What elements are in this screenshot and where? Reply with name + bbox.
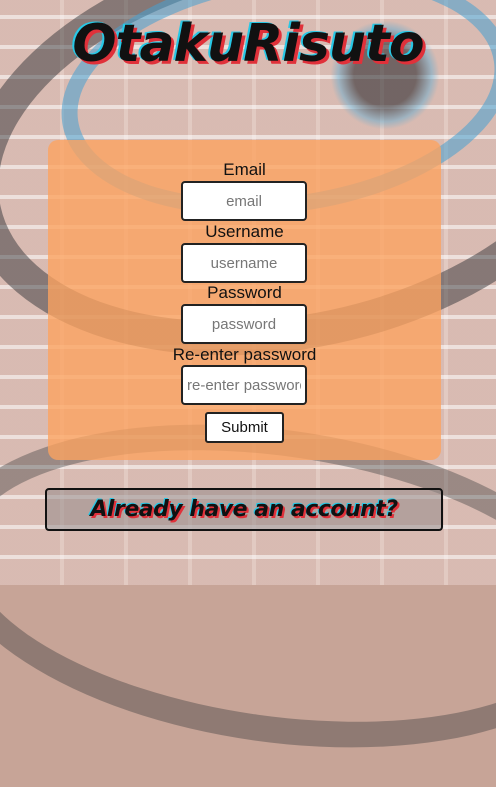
email-label: Email	[223, 160, 266, 179]
password-label: Password	[207, 283, 282, 302]
app-title: OtakuRisuto	[72, 14, 424, 74]
already-have-account-label: Already have an account?	[90, 497, 398, 522]
signup-form: Email Username Password Re-enter passwor…	[48, 140, 441, 460]
username-field[interactable]	[181, 243, 307, 283]
submit-button[interactable]: Submit	[205, 412, 284, 443]
reenter-password-field[interactable]	[181, 365, 307, 405]
email-field[interactable]	[181, 181, 307, 221]
already-have-account-button[interactable]: Already have an account?	[45, 488, 443, 531]
reenter-password-label: Re-enter password	[172, 345, 317, 364]
password-field[interactable]	[181, 304, 307, 344]
username-label: Username	[205, 222, 284, 241]
